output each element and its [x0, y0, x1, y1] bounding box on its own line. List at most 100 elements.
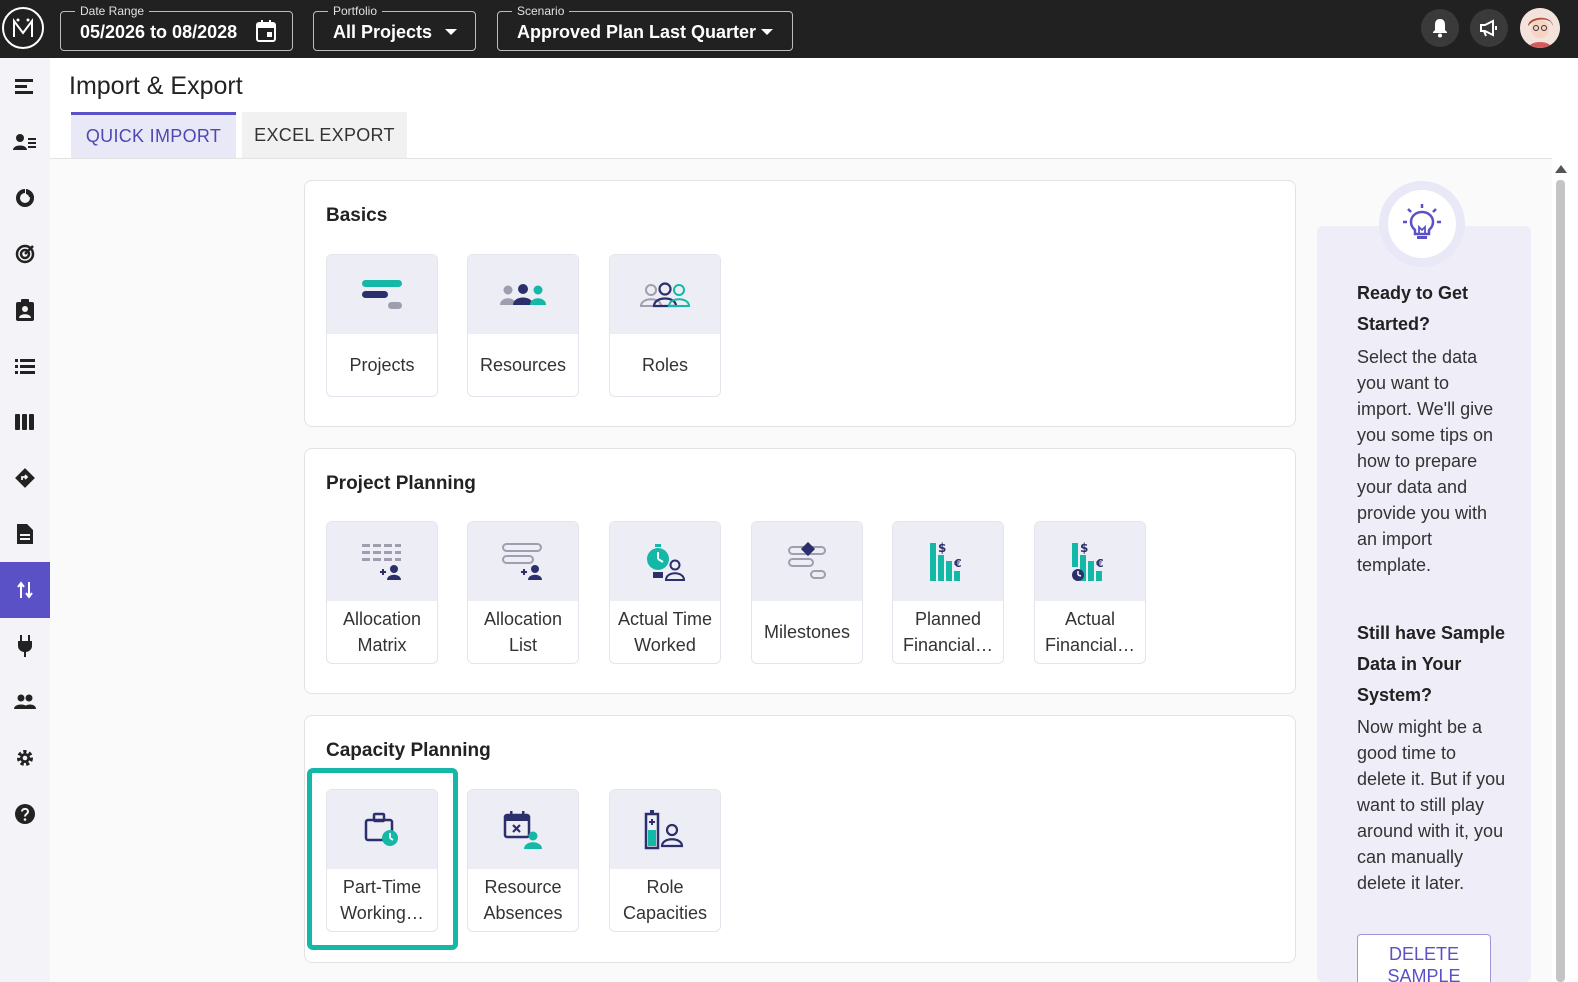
sidebar-item-integrations[interactable] — [0, 618, 50, 674]
allocation-list-icon — [502, 542, 542, 580]
card-resource-absences[interactable]: Resource Absences — [467, 789, 579, 932]
card-resources[interactable]: Resources — [467, 254, 579, 397]
portfolio-select[interactable]: Portfolio All Projects — [313, 3, 476, 51]
scenario-value: Approved Plan Last Quarter — [517, 22, 757, 42]
sidebar-item-analytics[interactable] — [0, 170, 50, 226]
announcements-button[interactable] — [1470, 9, 1508, 47]
card-allocation-list[interactable]: Allocation List — [467, 521, 579, 664]
app-logo[interactable] — [2, 7, 44, 49]
notifications-button[interactable] — [1421, 9, 1459, 47]
portfolio-label: Portfolio — [328, 3, 383, 19]
tab-quick-import[interactable]: QUICK IMPORT — [71, 112, 236, 158]
top-bar: Date Range 05/2026 to 08/2028 Portfolio … — [0, 0, 1578, 58]
projects-icon — [362, 279, 402, 309]
import-export-icon — [17, 581, 33, 599]
resources-icon — [500, 283, 546, 305]
tab-excel-export[interactable]: EXCEL EXPORT — [242, 112, 407, 158]
clipboard-person-icon — [16, 299, 34, 321]
chevron-down-icon — [761, 29, 773, 35]
card-actual-financial[interactable]: $ € Actual Financial… — [1034, 521, 1146, 664]
absences-icon — [503, 810, 542, 849]
card-milestones[interactable]: Milestones — [751, 521, 863, 664]
section-project-planning: Project Planning Allocation Matrix Alloc… — [304, 448, 1296, 694]
delete-sample-button[interactable]: DELETE SAMPLE — [1357, 934, 1491, 982]
portfolio-value: All Projects — [333, 22, 433, 42]
card-label: Milestones — [763, 622, 851, 642]
scenario-label: Scenario — [512, 3, 570, 19]
card-role-capacities[interactable]: Role Capacities — [609, 789, 721, 932]
sidebar-item-roadmap[interactable] — [0, 450, 50, 506]
svg-text:€: € — [953, 557, 962, 570]
sidebar-item-settings[interactable] — [0, 730, 50, 786]
page-title: Import & Export — [69, 72, 243, 100]
date-range-value: 05/2026 to 08/2028 — [80, 22, 238, 42]
role-capacities-icon — [644, 809, 684, 849]
card-label: Actual Financial… — [1044, 609, 1136, 655]
section-title: Basics — [326, 205, 388, 226]
person-list-icon — [13, 134, 36, 150]
tip-heading-get-started: Ready to Get Started? — [1357, 283, 1469, 334]
svg-text:€: € — [1095, 557, 1104, 570]
sidebar-item-assignments[interactable] — [0, 282, 50, 338]
allocation-matrix-icon — [362, 543, 401, 580]
team-icon — [14, 694, 36, 709]
actual-financial-icon: $€ — [1072, 541, 1104, 581]
section-basics: Basics Projects Resources Roles — [304, 180, 1296, 427]
sidebar-item-list[interactable] — [0, 338, 50, 394]
card-label: Role Capacities — [622, 877, 708, 923]
card-projects[interactable]: Projects — [326, 254, 438, 397]
sidebar-item-goals[interactable] — [0, 226, 50, 282]
donut-chart-icon — [16, 188, 35, 207]
card-label: Resources — [479, 355, 567, 375]
card-label: Projects — [349, 355, 415, 375]
date-range-label: Date Range — [75, 3, 150, 19]
columns-icon — [15, 414, 34, 430]
bell-icon — [1433, 19, 1447, 38]
calendar-icon[interactable] — [256, 20, 276, 42]
sidebar — [0, 58, 50, 982]
sidebar-item-import-export[interactable] — [0, 562, 50, 618]
card-roles[interactable]: Roles — [609, 254, 721, 397]
target-icon — [15, 244, 35, 264]
actual-time-icon — [647, 543, 686, 581]
gear-icon — [17, 750, 33, 766]
card-label: Roles — [641, 355, 689, 375]
scenario-select[interactable]: Scenario Approved Plan Last Quarter — [497, 3, 793, 51]
chevron-down-icon — [445, 29, 457, 35]
megaphone-icon — [1480, 19, 1497, 37]
scroll-up-arrow[interactable] — [1555, 165, 1567, 173]
sidebar-item-reports[interactable] — [0, 506, 50, 562]
sidebar-item-menu[interactable] — [0, 58, 50, 114]
date-range-field[interactable]: Date Range 05/2026 to 08/2028 — [60, 3, 293, 51]
sidebar-item-team[interactable] — [0, 674, 50, 730]
tip-text-sample-data: Now might be a good time to delete it. B… — [1357, 717, 1506, 893]
section-title: Project Planning — [326, 473, 476, 494]
card-allocation-matrix[interactable]: Allocation Matrix — [326, 521, 438, 664]
svg-text:$: $ — [1080, 541, 1088, 555]
menu-icon — [15, 79, 33, 94]
card-label: Allocation List — [483, 609, 563, 655]
signpost-icon — [15, 468, 35, 488]
document-icon — [17, 524, 33, 544]
plug-icon — [18, 635, 32, 657]
scrollbar-thumb[interactable] — [1556, 180, 1565, 982]
card-actual-time-worked[interactable]: Actual Time Worked — [609, 521, 721, 664]
card-label: Actual Time Worked — [617, 609, 713, 655]
lightbulb-icon — [1388, 190, 1456, 258]
svg-text:$: $ — [938, 541, 946, 555]
card-planned-financial[interactable]: $ € Planned Financial… — [892, 521, 1004, 664]
sidebar-item-people[interactable] — [0, 114, 50, 170]
card-label: Allocation Matrix — [342, 609, 422, 655]
roles-icon — [639, 281, 691, 307]
sidebar-item-board[interactable] — [0, 394, 50, 450]
section-title: Capacity Planning — [326, 740, 491, 761]
selection-highlight — [307, 768, 458, 950]
user-avatar[interactable] — [1520, 8, 1560, 48]
milestones-icon — [788, 541, 826, 579]
help-icon — [15, 804, 35, 824]
list-icon — [15, 359, 35, 374]
card-label: Planned Financial… — [902, 609, 994, 655]
sidebar-item-help[interactable] — [0, 786, 50, 842]
tip-text-get-started: Select the data you want to import. We'l… — [1357, 347, 1494, 575]
tip-heading-sample-data: Still have Sample Data in Your System? — [1357, 623, 1506, 705]
